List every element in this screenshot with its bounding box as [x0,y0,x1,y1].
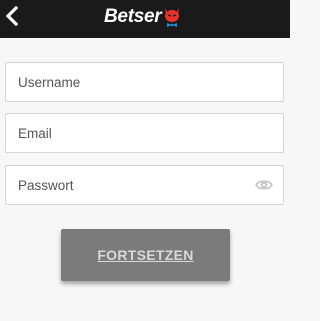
continue-button-label: FORTSETZEN [97,247,194,263]
devil-mascot-icon [165,8,180,27]
continue-button[interactable]: FORTSETZEN [61,229,230,281]
username-input[interactable] [6,63,283,101]
chevron-left-icon [5,6,19,26]
password-input[interactable] [6,166,283,204]
logo-text: Betser [104,6,162,27]
back-button[interactable] [2,4,22,28]
top-bar: Betser [0,0,290,38]
email-field-wrapper [5,113,284,153]
username-field-wrapper [5,62,284,102]
brand-logo: Betser [104,6,182,28]
password-field-wrapper [5,165,284,205]
email-input[interactable] [6,114,283,152]
eye-icon[interactable] [255,177,273,193]
